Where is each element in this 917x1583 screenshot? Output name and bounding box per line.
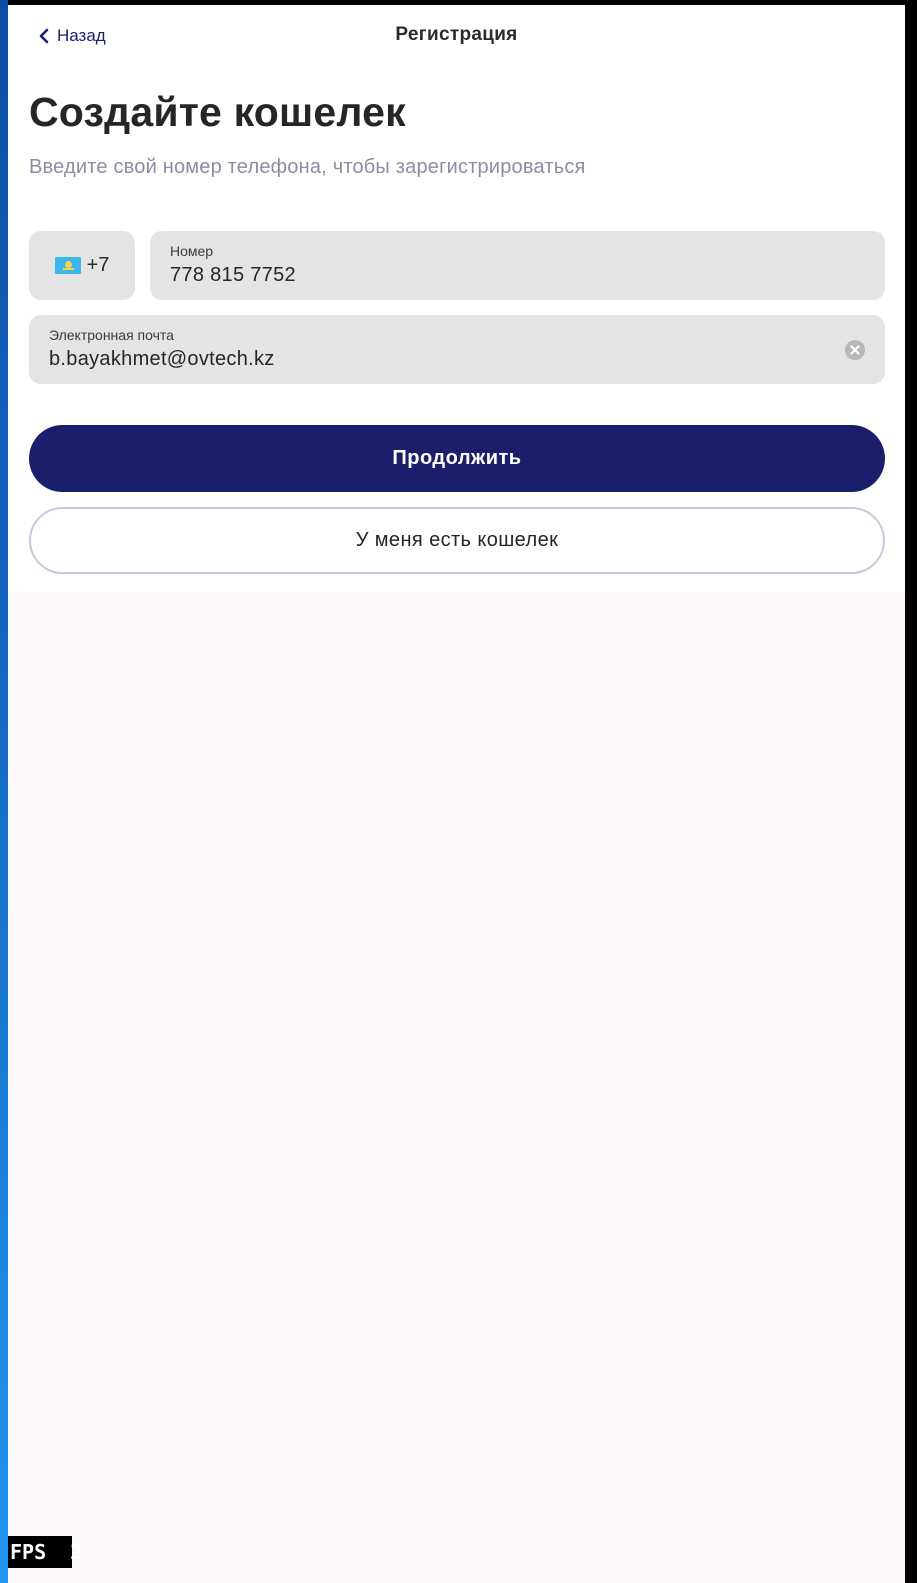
app-screen: Назад Регистрация Создайте кошелек Введи… (8, 5, 905, 1583)
nav-title: Регистрация (395, 24, 518, 45)
email-value: b.bayakhmet@ovtech.kz (49, 348, 275, 370)
page-title: Создайте кошелек (29, 89, 406, 135)
email-field[interactable]: Электронная почта b.bayakhmet@ovtech.kz (29, 315, 885, 384)
clear-circle-icon[interactable] (845, 340, 865, 360)
phone-number-label: Номер (170, 243, 214, 259)
country-code-selector[interactable]: +7 (29, 231, 135, 300)
registration-card: Назад Регистрация Создайте кошелек Введи… (8, 5, 905, 592)
desktop-edge (0, 0, 8, 1583)
country-code: +7 (86, 254, 110, 276)
fps-counter: FPS 2 (8, 1536, 82, 1568)
email-label: Электронная почта (49, 327, 174, 343)
phone-number-field[interactable]: Номер 778 815 7752 (150, 231, 885, 300)
have-wallet-button[interactable]: У меня есть кошелек (29, 507, 885, 574)
kazakhstan-flag-icon (54, 257, 81, 274)
continue-button[interactable]: Продолжить (29, 425, 885, 492)
phone-number-value: 778 815 7752 (170, 264, 296, 286)
page-subtitle: Введите свой номер телефона, чтобы зарег… (29, 156, 586, 178)
